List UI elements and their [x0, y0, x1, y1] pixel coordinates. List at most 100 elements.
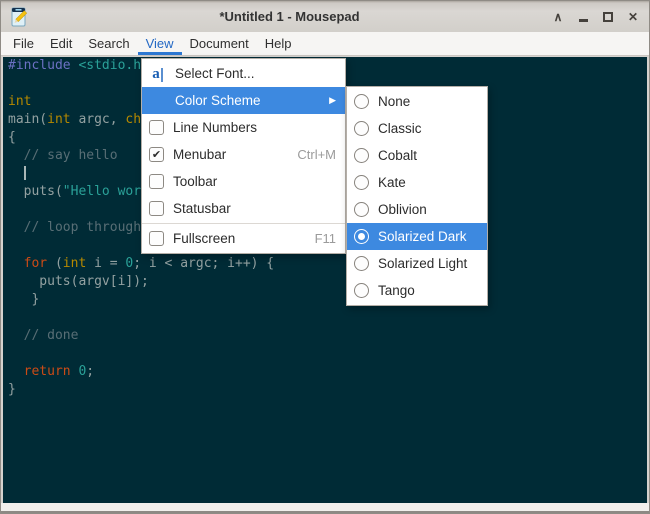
maximize-icon: [603, 12, 613, 22]
radio-unselected-icon: [354, 121, 369, 136]
window-title: *Untitled 1 - Mousepad: [29, 9, 550, 24]
radio-unselected-icon: [354, 202, 369, 217]
code-token-type: int: [47, 112, 70, 127]
code-token-comment: // done: [8, 328, 78, 343]
menu-item-color-scheme[interactable]: Color Scheme ▶: [142, 87, 345, 114]
checkbox-unchecked-icon: [149, 201, 164, 216]
scheme-option-none[interactable]: None: [347, 88, 487, 115]
window-bottom-border: [1, 503, 649, 513]
scheme-option-cobalt[interactable]: Cobalt: [347, 142, 487, 169]
menu-item-statusbar[interactable]: Statusbar: [142, 195, 345, 222]
code-line-15: [3, 309, 647, 327]
code-token-type: int: [63, 256, 86, 271]
scheme-option-label: Solarized Light: [378, 256, 478, 271]
scheme-option-solarized-dark[interactable]: Solarized Dark: [347, 223, 487, 250]
scheme-option-label: Oblivion: [378, 202, 478, 217]
radio-unselected-icon: [354, 175, 369, 190]
menu-item-label: Toolbar: [173, 174, 336, 189]
code-token-comment: // say hello: [8, 148, 118, 163]
menu-item-label: Color Scheme: [175, 93, 320, 108]
radio-unselected-icon: [354, 283, 369, 298]
scheme-option-solarized-light[interactable]: Solarized Light: [347, 250, 487, 277]
code-token-base: puts(: [8, 184, 63, 199]
code-line-12: for (int i = 0; i < argc; i++) {: [3, 255, 647, 273]
menubar-item-document[interactable]: Document: [182, 32, 257, 55]
code-token-type: int: [8, 94, 31, 109]
scheme-option-classic[interactable]: Classic: [347, 115, 487, 142]
code-token-string: <stdio.h>: [78, 58, 148, 73]
code-token-base: ;: [86, 364, 94, 379]
menubar-item-file[interactable]: File: [5, 32, 42, 55]
menu-item-fullscreen[interactable]: FullscreenF11: [142, 225, 345, 252]
code-token-keyword: return: [24, 364, 71, 379]
menu-item-label: Select Font...: [175, 66, 336, 81]
text-cursor: [24, 166, 26, 180]
code-token-preproc: #include: [8, 58, 71, 73]
menu-item-toolbar[interactable]: Toolbar: [142, 168, 345, 195]
shade-button[interactable]: ∧: [550, 9, 566, 25]
radio-unselected-icon: [354, 148, 369, 163]
checkbox-unchecked-icon: [149, 231, 164, 246]
menubar-item-view[interactable]: View: [138, 32, 182, 55]
font-select-icon: a: [149, 65, 166, 82]
menu-accelerator: F11: [315, 231, 336, 246]
checkbox-checked-icon: ✔: [149, 147, 164, 162]
close-button[interactable]: ✕: [625, 9, 641, 25]
chevron-up-icon: ∧: [554, 10, 563, 24]
code-token-base: [8, 256, 24, 271]
menu-separator: [142, 223, 345, 224]
menubar-item-edit[interactable]: Edit: [42, 32, 80, 55]
checkbox-unchecked-icon: [149, 120, 164, 135]
titlebar[interactable]: *Untitled 1 - Mousepad ∧ ✕: [1, 1, 649, 32]
code-line-13: puts(argv[i]);: [3, 273, 647, 291]
code-token-base: main(: [8, 112, 47, 127]
code-token-base: puts(argv[i]);: [8, 274, 149, 289]
menubar-item-help[interactable]: Help: [257, 32, 300, 55]
submenu-arrow-icon: ▶: [329, 95, 336, 106]
minimize-button[interactable]: [575, 9, 591, 25]
close-icon: ✕: [628, 10, 638, 24]
scheme-option-kate[interactable]: Kate: [347, 169, 487, 196]
code-token-base: [8, 364, 24, 379]
radio-dot: [358, 233, 365, 240]
menu-item-select-font[interactable]: a Select Font...: [142, 60, 345, 87]
maximize-button[interactable]: [600, 9, 616, 25]
menu-item-label: Statusbar: [173, 201, 336, 216]
code-token-keyword: for: [24, 256, 47, 271]
menubar: FileEditSearchViewDocumentHelp: [1, 32, 649, 56]
scheme-option-label: Tango: [378, 283, 478, 298]
menu-item-label: Menubar: [173, 147, 288, 162]
mousepad-window: *Untitled 1 - Mousepad ∧ ✕ FileEditSearc…: [0, 0, 650, 514]
window-controls: ∧ ✕: [550, 9, 641, 25]
code-token-base: }: [8, 292, 39, 307]
scheme-option-label: Classic: [378, 121, 478, 136]
minimize-icon: [579, 19, 588, 22]
menubar-item-search[interactable]: Search: [80, 32, 137, 55]
mousepad-icon: [9, 7, 29, 27]
scheme-option-label: Kate: [378, 175, 478, 190]
menu-item-menubar[interactable]: ✔ Menubar Ctrl+M: [142, 141, 345, 168]
radio-unselected-icon: [354, 256, 369, 271]
code-token-base: [8, 166, 24, 181]
scheme-option-oblivion[interactable]: Oblivion: [347, 196, 487, 223]
code-line-19: }: [3, 381, 647, 399]
menu-item-label: Line Numbers: [173, 120, 336, 135]
code-token-base: ; i < argc; i++) {: [133, 256, 274, 271]
scheme-option-tango[interactable]: Tango: [347, 277, 487, 304]
menu-accelerator: Ctrl+M: [297, 147, 336, 162]
color-scheme-submenu: None Classic Cobalt Kate Oblivion Solarized D…: [346, 86, 488, 306]
code-token-base: i =: [86, 256, 125, 271]
code-token-base: }: [8, 382, 16, 397]
menu-item-line-numbers[interactable]: Line Numbers: [142, 114, 345, 141]
radio-unselected-icon: [354, 94, 369, 109]
scheme-option-label: Cobalt: [378, 148, 478, 163]
scheme-option-label: None: [378, 94, 478, 109]
code-token-base: {: [8, 130, 16, 145]
radio-selected-icon: [354, 229, 369, 244]
scheme-option-label: Solarized Dark: [378, 229, 478, 244]
code-line-14: }: [3, 291, 647, 309]
code-line-16: // done: [3, 327, 647, 345]
checkbox-unchecked-icon: [149, 174, 164, 189]
view-menu-dropdown: a Select Font... Color Scheme ▶ Line Numbers…: [141, 58, 346, 254]
code-token-base: argc,: [71, 112, 126, 127]
